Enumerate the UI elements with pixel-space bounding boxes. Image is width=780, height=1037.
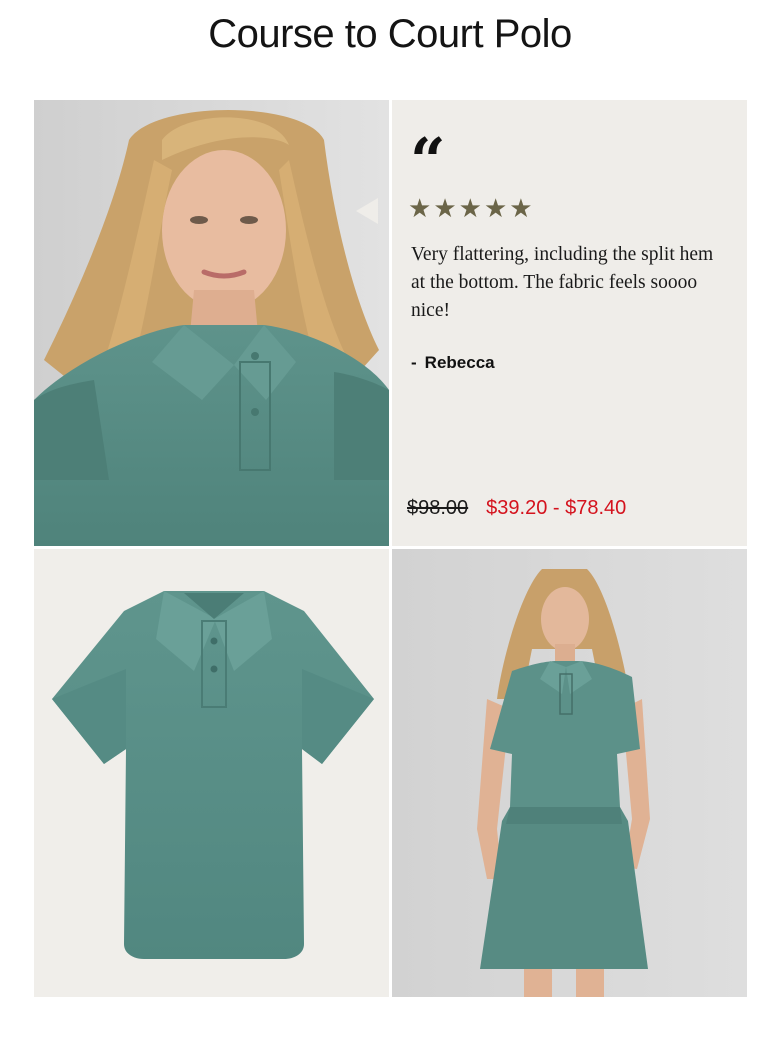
sale-price: $39.20 - $78.40	[486, 497, 627, 519]
polo-flat-illustration	[34, 549, 389, 997]
star-rating: ★ ★ ★ ★ ★	[408, 196, 533, 222]
reviewer-dash: -	[411, 353, 417, 372]
model-full-image[interactable]	[392, 549, 747, 997]
model-closeup-illustration	[34, 100, 389, 546]
reviewer-author: Rebecca	[424, 353, 495, 372]
star-icon: ★	[509, 194, 533, 224]
star-icon: ★	[408, 194, 432, 224]
price-block: $98.00 $39.20 - $78.40	[407, 497, 626, 520]
review-text: Very flattering, including the split hem…	[411, 244, 714, 321]
page-title: Course to Court Polo	[208, 12, 572, 56]
product-grid: “ ★ ★ ★ ★ ★ Very flattering, including t…	[34, 100, 747, 997]
quote-icon: “	[410, 124, 446, 197]
model-closeup-image[interactable]	[34, 100, 389, 546]
review-notch	[356, 198, 378, 224]
reviewer-name: - Rebecca	[411, 353, 495, 373]
original-price: $98.00	[407, 497, 469, 519]
model-full-illustration	[392, 549, 747, 997]
star-icon: ★	[458, 194, 482, 224]
star-icon: ★	[433, 194, 457, 224]
review-card: “ ★ ★ ★ ★ ★ Very flattering, including t…	[392, 100, 747, 546]
star-icon: ★	[483, 194, 508, 224]
product-flat-image[interactable]	[34, 549, 389, 997]
